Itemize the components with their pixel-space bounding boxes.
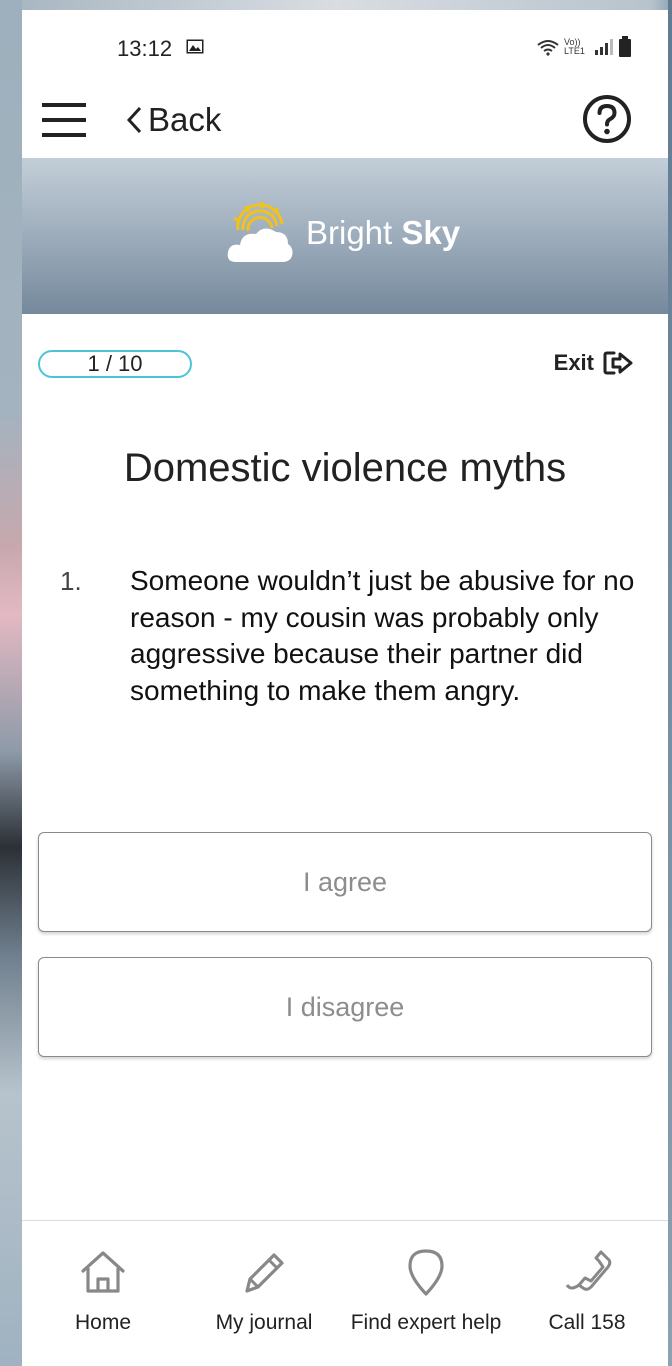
background-right-edge xyxy=(668,0,672,1366)
exit-button[interactable]: Exit xyxy=(554,350,634,376)
exit-arrow-icon xyxy=(603,351,633,375)
home-icon xyxy=(81,1251,125,1293)
bottom-navigation: Home My journal Find expert help Call 15… xyxy=(22,1220,668,1366)
progress-indicator: 1 / 10 xyxy=(38,350,192,378)
image-notification-icon xyxy=(186,39,204,54)
agree-button[interactable]: I agree xyxy=(38,832,652,932)
nav-label-home: Home xyxy=(74,1311,132,1334)
wifi-icon xyxy=(537,40,559,56)
location-pin-icon xyxy=(408,1249,444,1296)
brand-name-bold: Sky xyxy=(401,214,461,251)
disagree-button[interactable]: I disagree xyxy=(38,957,652,1057)
nav-label-find-help: Find expert help xyxy=(350,1311,502,1334)
question-number: 1. xyxy=(60,566,82,596)
nav-item-call[interactable]: Call 158 xyxy=(532,1221,642,1366)
brand-banner: Bright Sky xyxy=(22,158,668,314)
quiz-title: Domestic violence myths xyxy=(123,446,567,490)
sun-cloud-logo-icon xyxy=(227,202,293,262)
brand-logo-group: Bright Sky xyxy=(226,200,460,266)
nav-label-call: Call 158 xyxy=(548,1311,626,1334)
menu-icon[interactable] xyxy=(42,100,86,140)
nav-label-journal: My journal xyxy=(215,1311,313,1334)
background-left-edge xyxy=(0,0,22,1366)
brand-name-light: Bright xyxy=(306,214,402,251)
status-indicators: Vo)) LTE1 xyxy=(536,36,632,58)
battery-icon xyxy=(619,36,631,57)
chevron-left-icon xyxy=(126,106,142,134)
app-screen: 13:12 Vo)) LTE1 Back Bright Sky 1 / 10 E… xyxy=(22,10,668,1366)
status-bar: 13:12 Vo)) LTE1 xyxy=(22,10,668,80)
status-time: 13:12 xyxy=(117,36,173,61)
nav-item-journal[interactable]: My journal xyxy=(202,1221,326,1366)
network-type-label: Vo)) LTE1 xyxy=(564,37,585,56)
phone-icon xyxy=(565,1250,612,1291)
exit-label: Exit xyxy=(553,350,594,375)
back-button[interactable]: Back xyxy=(124,98,221,142)
question-text: Someone wouldn’t just be abusive for no … xyxy=(130,565,635,706)
signal-icon xyxy=(595,39,613,55)
nav-item-find-help[interactable]: Find expert help xyxy=(344,1221,508,1366)
app-header: Back xyxy=(22,80,668,158)
brand-name: Bright Sky xyxy=(306,214,460,252)
nav-item-home[interactable]: Home xyxy=(43,1221,163,1366)
help-icon[interactable] xyxy=(582,94,632,144)
pencil-icon xyxy=(245,1253,284,1293)
back-label: Back xyxy=(148,101,222,138)
